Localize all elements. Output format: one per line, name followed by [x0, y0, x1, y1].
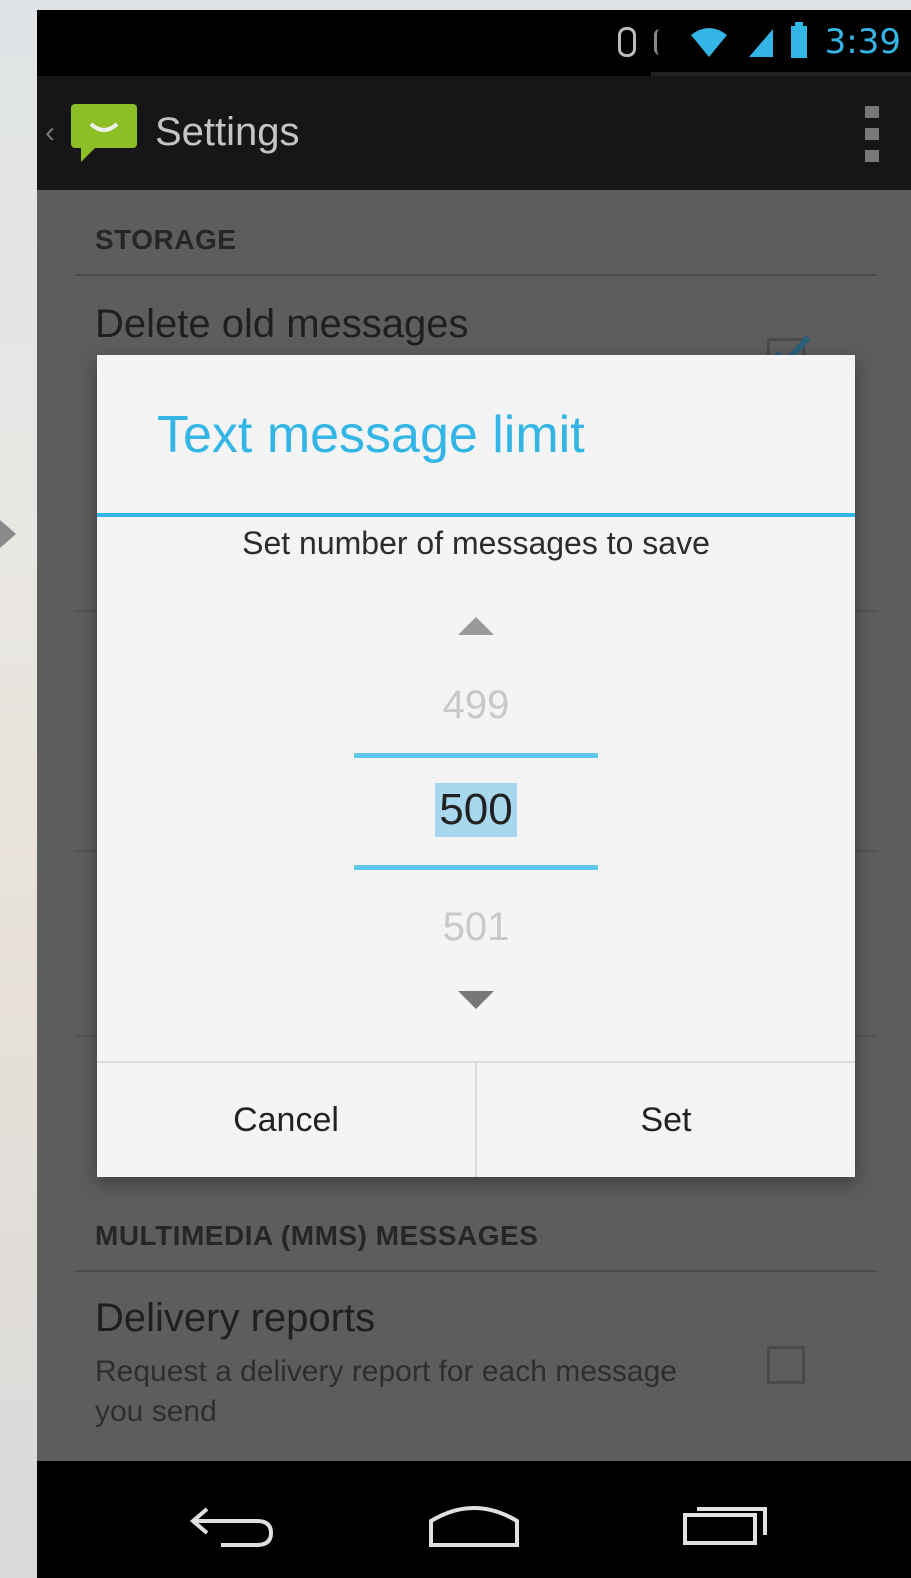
up-caret-icon[interactable]: ‹: [45, 116, 55, 150]
dialog-title: Text message limit: [157, 406, 585, 464]
back-icon[interactable]: [177, 1491, 287, 1551]
picker-previous-value[interactable]: 499: [97, 683, 855, 728]
wifi-icon: [690, 28, 727, 57]
section-divider: [75, 274, 877, 276]
dialog-title-divider: [97, 513, 855, 517]
page-title: Settings: [155, 110, 300, 154]
setting-delete-old-messages[interactable]: Delete old messages: [95, 302, 469, 347]
dialog-message: Set number of messages to save: [242, 525, 710, 561]
recent-apps-icon[interactable]: [673, 1491, 783, 1551]
delivery-reports-summary: Request a delivery report for each messa…: [95, 1355, 677, 1428]
messaging-app-icon[interactable]: [67, 102, 141, 164]
section-header-storage: STORAGE: [95, 224, 237, 255]
signal-icon: [748, 29, 773, 57]
number-picker[interactable]: 499 500 501: [97, 605, 855, 1025]
delivery-reports-checkbox[interactable]: [767, 1346, 805, 1384]
side-arrow-icon: [0, 520, 16, 548]
increment-arrow-icon[interactable]: [458, 617, 494, 635]
picker-divider-top: [354, 753, 598, 758]
setting-delivery-reports[interactable]: Delivery reports: [95, 1296, 375, 1341]
status-bar: 3:39: [37, 10, 911, 76]
section-header-mms: MULTIMEDIA (MMS) MESSAGES: [95, 1220, 539, 1251]
decrement-arrow-icon[interactable]: [458, 991, 494, 1009]
set-button[interactable]: Set: [477, 1063, 855, 1177]
section-divider: [75, 1270, 877, 1272]
status-time: 3:39: [824, 22, 901, 62]
picker-next-value[interactable]: 501: [97, 905, 855, 950]
picker-current-value[interactable]: 500: [435, 783, 517, 837]
vibrate-icon: [653, 29, 671, 55]
cancel-button[interactable]: Cancel: [97, 1063, 475, 1177]
bluetooth-icon: [617, 27, 636, 57]
navigation-bar: [37, 1461, 911, 1578]
picker-divider-bottom: [354, 865, 598, 870]
text-message-limit-dialog: Text message limit Set number of message…: [97, 355, 855, 1177]
overflow-menu-icon[interactable]: [865, 106, 879, 162]
home-icon[interactable]: [419, 1491, 529, 1551]
phone-screen: 3:39 ‹ Settings STORAGE Delete old messa…: [37, 10, 911, 1578]
action-bar: ‹ Settings: [37, 76, 911, 190]
battery-icon: [790, 22, 807, 58]
